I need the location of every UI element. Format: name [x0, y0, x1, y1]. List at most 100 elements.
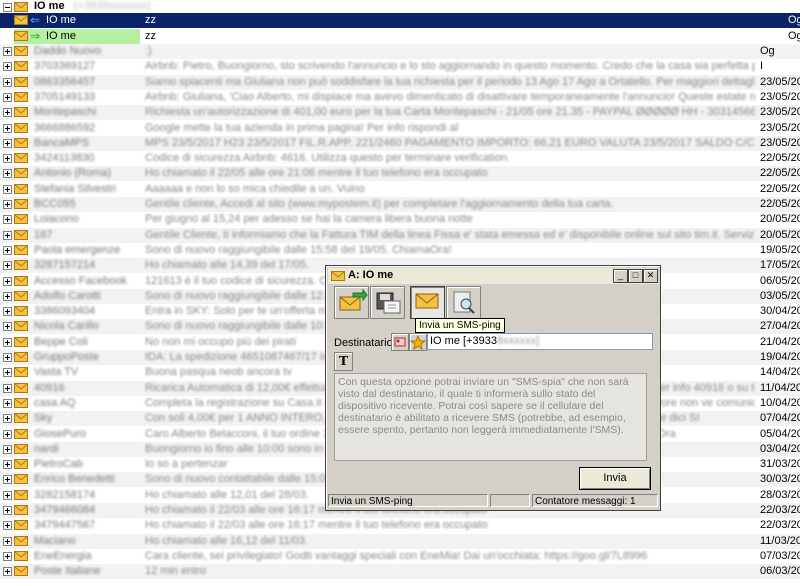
message-preview: Ho chiamato il 22/03 alle ore 16:17 ment…: [145, 519, 488, 532]
sender: GiosePuro: [34, 427, 86, 440]
status-counter: Contatore messaggi: 1: [532, 494, 658, 507]
address-book-button[interactable]: [391, 333, 409, 351]
magnifier-icon: [453, 291, 475, 314]
expand-icon[interactable]: [3, 475, 12, 485]
message-row[interactable]: Maciano Ho chiamato alle 16,12 del 11/03.…: [0, 533, 800, 549]
message-row[interactable]: 3424113830 Codice di sicurezza Airbnb: 46…: [0, 151, 800, 166]
expand-icon[interactable]: [3, 47, 12, 56]
envelope-icon: [14, 382, 28, 393]
recipient-field[interactable]: IO me [+39338xxxxxx]: [427, 333, 653, 350]
message-date: 11/04/20: [760, 381, 800, 394]
expand-icon[interactable]: [3, 506, 12, 515]
envelope-icon: [14, 413, 28, 424]
message-row[interactable]: Stefania Silvestri Aaaaaa e non lo so mic…: [0, 182, 800, 197]
send-button[interactable]: Invia: [579, 467, 651, 490]
sms-ping-icon: [415, 293, 439, 309]
envelope-icon: [331, 271, 345, 281]
sms-ping-tool[interactable]: [410, 286, 445, 319]
message-row[interactable]: 3705149133 Airbnb: Giuliana, 'Ciao Albert…: [0, 90, 800, 105]
message-row[interactable]: Montepaschi Richiesta un'autorizzazione d…: [0, 105, 800, 121]
expand-icon[interactable]: [3, 215, 12, 225]
message-row[interactable]: BancaMPS MPS 23/5/2017 H23 23/5/2017 FIL.…: [0, 135, 800, 151]
expand-icon[interactable]: [3, 414, 12, 424]
add-recipient-button[interactable]: [409, 333, 427, 351]
message-preview: Airbnb: Pietro, Buongiorno, sto scrivend…: [145, 60, 755, 73]
envelope-icon: [14, 244, 28, 255]
expand-icon[interactable]: [3, 521, 12, 531]
expand-icon[interactable]: [3, 276, 12, 286]
expand-icon[interactable]: [3, 398, 12, 408]
collapse-icon[interactable]: [3, 3, 12, 12]
message-textarea[interactable]: Con questa opzione potrai inviare un "SM…: [334, 373, 647, 461]
message-row[interactable]: EneEnergia Cara cliente, sei privilegiato…: [0, 549, 800, 564]
expand-icon[interactable]: [3, 368, 12, 378]
expand-icon[interactable]: [3, 245, 12, 255]
sender: Adolfo Carotti: [34, 289, 101, 302]
minimize-button[interactable]: _: [613, 269, 628, 283]
message-row[interactable]: Paola emergenze Sono di nuovo raggiungibi…: [0, 243, 800, 258]
expand-icon[interactable]: [3, 567, 12, 577]
envelope-icon: [14, 352, 28, 362]
expand-icon[interactable]: [3, 307, 12, 317]
expand-icon[interactable]: [3, 92, 12, 102]
maximize-button[interactable]: □: [628, 269, 643, 283]
sender: Loiacono: [34, 213, 79, 226]
expand-icon[interactable]: [3, 62, 12, 72]
expand-icon[interactable]: [3, 460, 12, 470]
message-preview: Gentile Cliente, ti informiamo che la Fa…: [145, 228, 755, 241]
message-date: 10/04/20: [760, 396, 800, 409]
message-row[interactable]: Poste Italiane 12 min entro 06/03/20: [0, 564, 800, 580]
message-date: 28/03/20: [760, 488, 800, 501]
expand-icon[interactable]: [3, 123, 12, 133]
message-row[interactable]: 3479447567 Ho chiamato il 22/03 alle ore …: [0, 518, 800, 533]
message-row[interactable]: 0863356457 Siamo spiacenti ma Giuliana no…: [0, 74, 800, 90]
expand-icon[interactable]: [3, 200, 12, 209]
message-row[interactable]: Loiacono Per giugno al 15,24 per adesso s…: [0, 212, 800, 227]
pinned-message-row[interactable]: ⇐ IO me zz Og: [0, 13, 800, 28]
expand-icon[interactable]: [3, 490, 12, 500]
expand-icon[interactable]: [3, 353, 12, 362]
expand-icon[interactable]: [3, 322, 12, 332]
message-date: 23/05/20: [760, 106, 800, 119]
preview-tool[interactable]: [446, 286, 481, 319]
message-date: Og: [760, 45, 775, 57]
expand-icon[interactable]: [3, 536, 12, 546]
expand-icon[interactable]: [3, 337, 12, 347]
expand-icon[interactable]: [3, 138, 12, 148]
message-preview: zz: [145, 30, 156, 42]
message-date: 23/05/20: [760, 121, 800, 134]
format-text-button[interactable]: T: [334, 352, 353, 371]
message-row[interactable]: 187 Gentile Cliente, ti informiamo che la…: [0, 227, 800, 243]
expand-icon[interactable]: [3, 108, 12, 118]
expand-icon[interactable]: [3, 184, 12, 194]
send-sms-tool[interactable]: [334, 286, 369, 319]
message-row[interactable]: 3666886592 Google mette la tua azienda in…: [0, 121, 800, 136]
expand-icon[interactable]: [3, 551, 12, 561]
pinned-message-row[interactable]: ⇒ IO me zz Og: [0, 29, 800, 44]
message-date: I: [760, 60, 764, 73]
dialog-titlebar[interactable]: A: IO me _ □ ✕: [328, 268, 658, 284]
message-row[interactable]: 3703369127 Airbnb: Pietro, Buongiorno, st…: [0, 59, 800, 74]
expand-icon[interactable]: [3, 291, 12, 301]
expand-icon[interactable]: [3, 429, 12, 439]
expand-icon[interactable]: [3, 154, 12, 164]
message-row[interactable]: Antonio (Roma) Ho chiamato il 22/05 alle …: [0, 166, 800, 182]
sender: Poste Italiane: [34, 565, 101, 578]
expand-icon[interactable]: [3, 169, 12, 179]
sender: nardi: [34, 442, 59, 455]
recipient-name: IO me [+3933: [430, 335, 497, 347]
contact-header[interactable]: IO me (+3939xxxxxxx): [0, 0, 800, 13]
message-date: 03/05/20: [760, 289, 800, 302]
envelope-icon: [14, 505, 28, 515]
dialog-title: A: IO me: [348, 269, 394, 281]
envelope-icon: [14, 61, 28, 72]
expand-icon[interactable]: [3, 444, 12, 454]
expand-icon[interactable]: [3, 261, 12, 271]
expand-icon[interactable]: [3, 77, 12, 87]
expand-icon[interactable]: [3, 383, 12, 393]
expand-icon[interactable]: [3, 230, 12, 240]
message-row[interactable]: Daddo Nuovo:) Og: [0, 44, 800, 59]
close-button[interactable]: ✕: [643, 269, 658, 283]
message-row[interactable]: BCC055 Gentile cliente, Accedi al sito (w…: [0, 197, 800, 212]
save-tool[interactable]: [370, 286, 405, 319]
